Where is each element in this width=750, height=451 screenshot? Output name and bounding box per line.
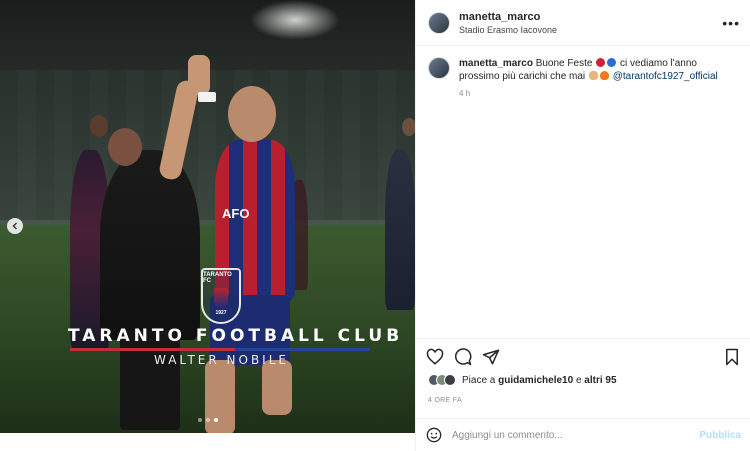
carousel-dot [206,418,210,422]
likes-text: Piace a guidamichele10 e altri 95 [462,375,617,386]
share-icon[interactable] [482,348,500,366]
player-figure [188,55,210,95]
logo-text: TARANTO FC [203,272,232,284]
crest-icon [214,288,228,308]
instagram-post-view: AFO TARANTO FC 1927 TARANTO FOOTBALL CLU… [0,0,750,451]
username-link[interactable]: manetta_marco [459,11,722,23]
red-circle-icon [596,58,606,67]
comment-bar: Pubblica [416,418,750,451]
club-title-text: TARANTO FOOTBALL CLUB 1927 [68,326,415,346]
caption-time: 4 h [459,89,471,98]
post-header: manetta_marco Stadio Erasmo Iacovone ••• [416,0,750,46]
fire-icon [599,71,609,80]
player-figure [402,118,415,136]
mention-link[interactable]: @tarantofc1927_official [613,71,718,82]
avatar [444,374,456,386]
emoji-icon[interactable] [426,427,442,443]
likes-prefix: Piace a [462,374,496,386]
carousel-dot-active [214,418,218,422]
caption-text-1: Buone Feste [535,58,593,69]
player-figure [205,360,235,433]
caption-username[interactable]: manetta_marco [459,58,533,69]
post-image: AFO TARANTO FC 1927 TARANTO FOOTBALL CLU… [0,0,415,433]
club-colors-bar [70,348,370,351]
blue-circle-icon [607,58,617,67]
logo-year: 1927 [215,310,227,316]
comment-icon[interactable] [454,347,472,366]
floodlight [250,0,340,40]
carousel-indicator [198,418,218,422]
caption-body: manetta_marco Buone Feste ci vediamo l'a… [450,57,729,98]
photographer-credit: WALTER NOBILE [154,353,289,367]
bookmark-icon[interactable] [723,348,741,366]
player-figure [228,86,276,142]
location-link[interactable]: Stadio Erasmo Iacovone [459,25,722,35]
likes-middle: e [575,374,582,386]
likes-user-link[interactable]: guidamichele10 [498,375,573,386]
player-figure [108,128,142,166]
carousel-prev-button[interactable] [7,218,23,234]
post-header-meta: manetta_marco Stadio Erasmo Iacovone [459,11,722,35]
post-timestamp: 4 ORE FA [428,397,462,404]
player-figure [100,150,200,340]
player-figure [262,360,292,415]
caption: manetta_marco Buone Feste ci vediamo l'a… [416,46,750,98]
heart-icon[interactable] [426,348,444,366]
avatar[interactable] [428,11,450,34]
player-figure [385,150,415,310]
club-title: TARANTO FOOTBALL CLUB 1927© [68,326,415,346]
chevron-left-icon [12,222,17,230]
publish-button[interactable]: Pubblica [699,430,741,441]
carousel-dot [198,418,202,422]
more-options-icon[interactable]: ••• [722,15,740,31]
jersey-sponsor-text: AFO [222,206,250,221]
player-figure [90,115,108,137]
post-side-panel: manetta_marco Stadio Erasmo Iacovone •••… [415,0,750,451]
player-figure [198,92,216,102]
comment-input[interactable] [452,429,700,441]
likes-summary: Piace a guidamichele10 e altri 95 [428,374,617,386]
avatar[interactable] [428,57,450,79]
action-bar [416,338,750,374]
flexed-biceps-icon [588,71,598,80]
caption-text: manetta_marco Buone Feste ci vediamo l'a… [459,57,729,83]
likes-others-link[interactable]: altri 95 [584,375,616,386]
club-logo: TARANTO FC 1927 [201,268,241,324]
